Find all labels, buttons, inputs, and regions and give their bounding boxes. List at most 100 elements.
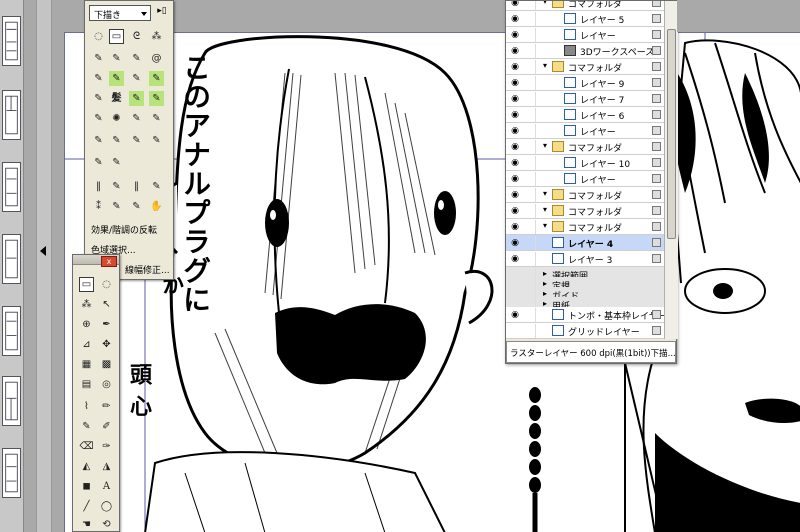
close-icon[interactable]: x <box>101 256 117 267</box>
brush-preset-icon[interactable]: ✎ <box>91 111 106 126</box>
lock-toggle[interactable] <box>524 108 536 122</box>
chevron-down-icon[interactable]: ▾ <box>540 189 550 198</box>
ellipse-icon[interactable]: ◯ <box>99 499 114 514</box>
eye-hidden-icon[interactable] <box>508 324 522 338</box>
lock-toggle[interactable] <box>524 236 536 250</box>
layer-mode-icon[interactable] <box>652 126 661 135</box>
brush-preset-icon[interactable]: ✎ <box>129 71 144 86</box>
brush-preset-icon[interactable]: ✎ <box>109 179 124 194</box>
brush-preset-icon[interactable]: ✎ <box>129 133 144 148</box>
pattern-brush-icon[interactable]: ⁑ <box>91 199 106 214</box>
layer-mode-icon[interactable] <box>652 78 661 87</box>
eye-icon[interactable]: ◉ <box>508 108 522 122</box>
lock-toggle[interactable] <box>524 156 536 170</box>
lock-toggle[interactable] <box>524 76 536 90</box>
marquee-tool-icon[interactable]: ▭ <box>79 277 94 292</box>
menu-invert-tone[interactable]: 効果/階調の反転 <box>91 223 157 236</box>
hand-tool-icon[interactable]: ☚ <box>79 517 94 532</box>
brush-preset-icon[interactable]: ✎ <box>129 51 144 66</box>
eye-icon[interactable]: ◉ <box>508 220 522 234</box>
layer-row[interactable]: ◉ ▾ コマフォルダ <box>506 59 664 75</box>
page-thumbnail[interactable] <box>2 234 21 284</box>
sparkle-brush-icon[interactable]: ✺ <box>109 111 124 126</box>
panel-splitter[interactable] <box>36 0 52 532</box>
shape-icon[interactable]: ◮ <box>99 459 114 474</box>
layer-mode-icon[interactable] <box>652 326 661 335</box>
tone-tool-icon[interactable]: ▩ <box>99 357 114 372</box>
layer-scrollbar[interactable] <box>664 1 678 339</box>
lock-toggle[interactable] <box>524 12 536 26</box>
balloon-tool-icon[interactable]: ◎ <box>99 377 114 392</box>
lock-toggle[interactable] <box>524 1 536 10</box>
lock-toggle[interactable] <box>524 252 536 266</box>
brush-preset-icon[interactable]: ✎ <box>129 111 144 126</box>
lock-toggle[interactable] <box>524 308 536 322</box>
pencil-icon[interactable]: ✏ <box>99 399 114 414</box>
brush-preset-icon[interactable]: ✎ <box>91 51 106 66</box>
lock-toggle[interactable] <box>524 92 536 106</box>
marker-icon[interactable]: ✐ <box>99 419 114 434</box>
wand-tool-icon[interactable]: ⁂ <box>79 297 94 312</box>
layer-row[interactable]: ◉ レイヤー <box>506 27 664 43</box>
hand-icon[interactable]: ✋ <box>149 199 164 214</box>
eye-icon[interactable]: ◉ <box>508 60 522 74</box>
pen-tool-icon[interactable]: ✒ <box>99 317 114 332</box>
layer-row[interactable]: ◉ ▾ コマフォルダ <box>506 1 664 11</box>
brush-preset-icon[interactable]: ✎ <box>109 155 124 170</box>
eye-icon[interactable]: ◉ <box>508 204 522 218</box>
lock-toggle[interactable] <box>524 60 536 74</box>
palette-menu-button[interactable]: ▸▯ <box>155 6 169 20</box>
frame-tool-icon[interactable]: ▦ <box>79 357 94 372</box>
eye-icon[interactable]: ◉ <box>508 1 522 10</box>
zoom-tool-icon[interactable]: ⊕ <box>79 317 94 332</box>
eye-icon[interactable]: ◉ <box>508 12 522 26</box>
chevron-down-icon[interactable]: ▾ <box>540 205 550 214</box>
eye-icon[interactable]: ◉ <box>508 156 522 170</box>
brush-preset-icon[interactable]: ✎ <box>109 133 124 148</box>
chevron-down-icon[interactable]: ▾ <box>540 141 550 150</box>
layer-mode-icon[interactable] <box>652 110 661 119</box>
lock-toggle[interactable] <box>524 140 536 154</box>
brush-icon[interactable]: ✎ <box>79 419 94 434</box>
text-tool-icon[interactable]: A <box>99 479 114 494</box>
layer-mode-icon[interactable] <box>652 222 661 231</box>
chevron-down-icon[interactable]: ▾ <box>540 221 550 230</box>
brush-preset-icon[interactable]: ✎ <box>109 71 124 86</box>
collapse-left-arrow-icon[interactable] <box>40 246 46 256</box>
rotate-icon[interactable]: ⟲ <box>99 517 114 532</box>
lock-toggle[interactable] <box>524 220 536 234</box>
page-thumbnail[interactable] <box>2 16 21 66</box>
layer-row[interactable]: ◉ 3Dワークスペース <box>506 43 664 59</box>
brush-preset-icon[interactable]: ✎ <box>129 199 144 214</box>
chevron-down-icon[interactable]: ▾ <box>540 1 550 6</box>
brush-preset-icon[interactable]: ✎ <box>91 133 106 148</box>
layer-mode-icon[interactable] <box>652 94 661 103</box>
layer-row[interactable]: ◉ レイヤー <box>506 171 664 187</box>
layer-row[interactable]: ◉ レイヤー 9 <box>506 75 664 91</box>
line-tool-icon[interactable]: ‖ <box>129 179 144 194</box>
brush-preset-icon[interactable]: ✎ <box>129 91 144 106</box>
layer-row[interactable]: グリッドレイヤー <box>506 323 664 339</box>
lasso-tool-icon[interactable]: ◌ <box>99 277 114 292</box>
layer-row[interactable]: ◉ レイヤー <box>506 123 664 139</box>
page-thumbnail[interactable] <box>2 376 21 426</box>
eye-icon[interactable]: ◉ <box>508 308 522 322</box>
eye-icon[interactable]: ◉ <box>508 172 522 186</box>
layer-row[interactable]: ◉ レイヤー 10 <box>506 155 664 171</box>
layer-mode-icon[interactable] <box>652 310 661 319</box>
eraser-icon[interactable]: ⌫ <box>79 439 94 454</box>
eye-icon[interactable]: ◉ <box>508 140 522 154</box>
brush-preset-icon[interactable]: ✎ <box>149 91 164 106</box>
fill-icon[interactable]: ◭ <box>79 459 94 474</box>
line-tool-icon[interactable]: ‖ <box>91 179 106 194</box>
rect-select-icon[interactable]: ▭ <box>109 29 124 44</box>
eye-icon[interactable]: ◉ <box>508 188 522 202</box>
page-thumbnail[interactable] <box>2 448 21 498</box>
layer-mode-icon[interactable] <box>652 142 661 151</box>
eye-icon[interactable]: ◉ <box>508 44 522 58</box>
layer-row[interactable]: ◉ レイヤー 3 <box>506 251 664 267</box>
layer-mode-icon[interactable] <box>652 46 661 55</box>
brush-preset-icon[interactable]: ✎ <box>91 71 106 86</box>
layer-mode-icon[interactable] <box>652 14 661 23</box>
gradient-icon[interactable]: ◼ <box>79 479 94 494</box>
